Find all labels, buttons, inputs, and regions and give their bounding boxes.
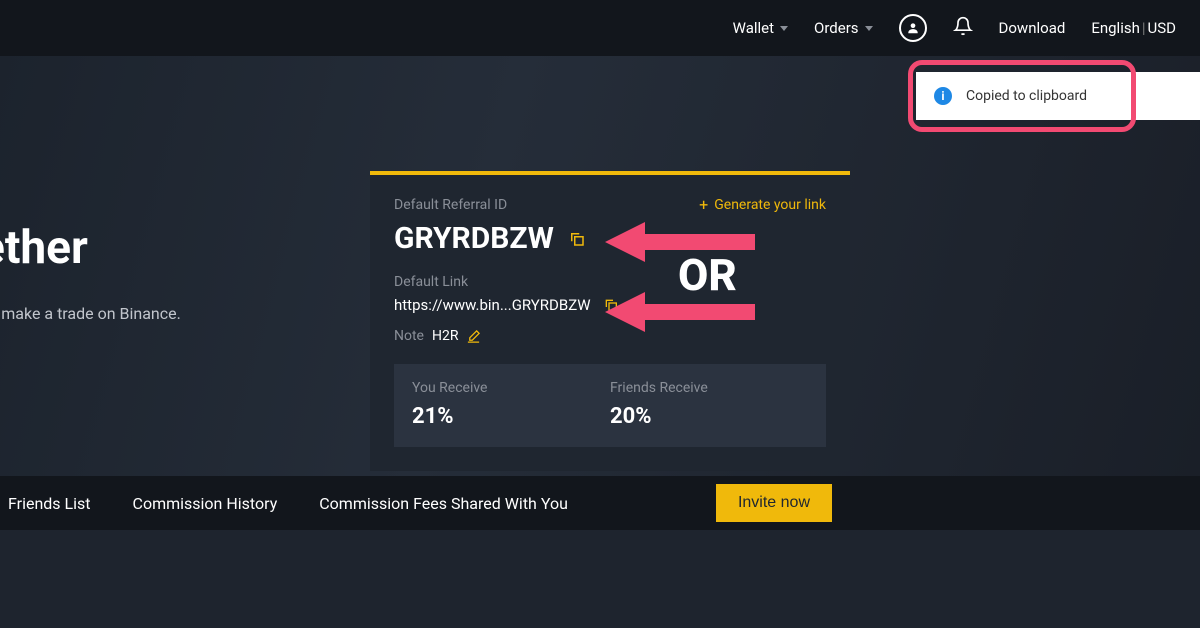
chevron-down-icon <box>865 26 873 31</box>
plus-icon: + <box>699 197 708 213</box>
invite-button[interactable]: Invite now <box>716 484 832 522</box>
friends-receive-label: Friends Receive <box>610 380 808 396</box>
generate-link-button[interactable]: + Generate your link <box>699 197 826 213</box>
stats-box: You Receive 21% Friends Receive 20% <box>394 364 826 447</box>
friends-receive-value: 20% <box>610 404 808 429</box>
page-title: ether <box>0 221 88 275</box>
tab-commission-fees[interactable]: Commission Fees Shared With You <box>319 494 568 513</box>
tab-friends-list[interactable]: Friends List <box>8 494 91 513</box>
page-subtitle: ds make a trade on Binance. <box>0 304 181 323</box>
you-receive-label: You Receive <box>412 380 610 396</box>
chevron-down-icon <box>780 26 788 31</box>
wallet-menu[interactable]: Wallet <box>733 19 788 37</box>
orders-label: Orders <box>814 19 859 37</box>
or-annotation: OR <box>678 249 737 301</box>
edit-icon[interactable] <box>466 329 481 344</box>
note-label: Note <box>394 328 424 344</box>
toast-highlight-annotation <box>908 60 1136 132</box>
orders-menu[interactable]: Orders <box>814 19 873 37</box>
note-value: H2R <box>432 328 458 344</box>
language-currency[interactable]: English | USD <box>1091 19 1176 37</box>
referral-id-value: GRYRDBZW <box>394 221 554 256</box>
bottom-area <box>0 530 1200 628</box>
wallet-label: Wallet <box>733 19 774 37</box>
top-navbar: Wallet Orders Download English | USD <box>0 0 1200 56</box>
default-link-value: https://www.bin...GRYRDBZW <box>394 296 591 314</box>
download-link[interactable]: Download <box>999 19 1066 37</box>
referral-id-label: Default Referral ID <box>394 197 507 213</box>
user-icon[interactable] <box>899 14 927 42</box>
you-receive-value: 21% <box>412 404 610 429</box>
tabs-bar: Friends List Commission History Commissi… <box>0 476 1200 530</box>
tab-commission-history[interactable]: Commission History <box>133 494 278 513</box>
bell-icon[interactable] <box>953 16 973 40</box>
copy-icon[interactable] <box>568 230 586 248</box>
